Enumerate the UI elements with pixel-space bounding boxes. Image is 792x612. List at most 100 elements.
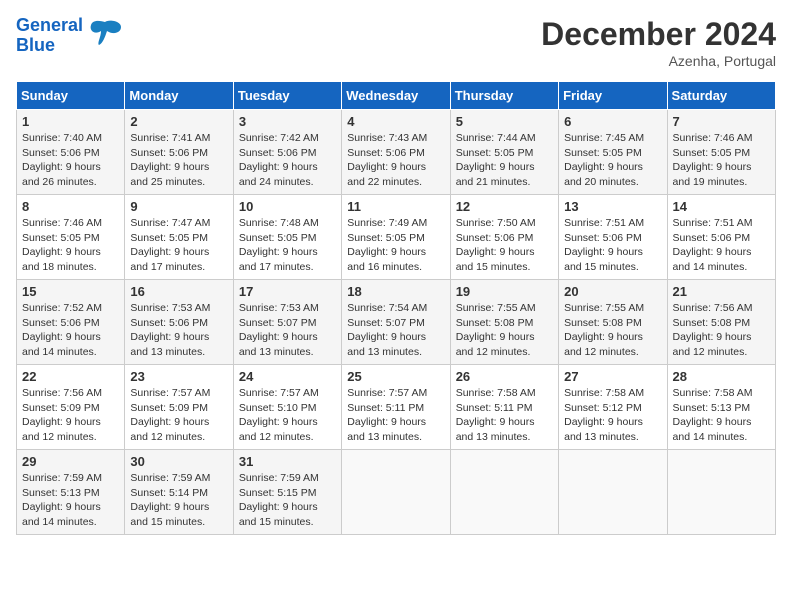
day-info-line: Sunset: 5:07 PM xyxy=(239,316,336,331)
day-info-line: Daylight: 9 hours xyxy=(130,160,227,175)
day-info-line: Daylight: 9 hours xyxy=(22,160,119,175)
day-info-line: Sunrise: 7:59 AM xyxy=(239,471,336,486)
day-info-line: Sunset: 5:11 PM xyxy=(347,401,444,416)
day-info-line: Daylight: 9 hours xyxy=(22,415,119,430)
calendar-day-cell: 4Sunrise: 7:43 AMSunset: 5:06 PMDaylight… xyxy=(342,110,450,195)
calendar-day-cell: 5Sunrise: 7:44 AMSunset: 5:05 PMDaylight… xyxy=(450,110,558,195)
day-number: 18 xyxy=(347,284,444,299)
calendar-day-cell: 25Sunrise: 7:57 AMSunset: 5:11 PMDayligh… xyxy=(342,365,450,450)
day-info-line: Daylight: 9 hours xyxy=(130,330,227,345)
day-info-line: Sunset: 5:08 PM xyxy=(564,316,661,331)
calendar-day-cell: 10Sunrise: 7:48 AMSunset: 5:05 PMDayligh… xyxy=(233,195,341,280)
day-info-line: Daylight: 9 hours xyxy=(347,330,444,345)
weekday-header: Friday xyxy=(559,82,667,110)
day-number: 7 xyxy=(673,114,770,129)
day-info-line: and 13 minutes. xyxy=(564,430,661,445)
day-info-line: Sunrise: 7:59 AM xyxy=(130,471,227,486)
day-info-line: and 12 minutes. xyxy=(239,430,336,445)
day-info-line: Sunset: 5:09 PM xyxy=(22,401,119,416)
calendar-day-cell: 1Sunrise: 7:40 AMSunset: 5:06 PMDaylight… xyxy=(17,110,125,195)
day-number: 16 xyxy=(130,284,227,299)
day-info-line: Sunrise: 7:51 AM xyxy=(673,216,770,231)
logo-text: GeneralBlue xyxy=(16,16,83,56)
day-info-line: Daylight: 9 hours xyxy=(673,415,770,430)
day-info-line: Daylight: 9 hours xyxy=(130,415,227,430)
day-info-line: and 14 minutes. xyxy=(22,345,119,360)
day-info-line: and 26 minutes. xyxy=(22,175,119,190)
weekday-header: Monday xyxy=(125,82,233,110)
day-info-line: Sunset: 5:06 PM xyxy=(564,231,661,246)
day-info-line: and 12 minutes. xyxy=(456,345,553,360)
calendar-day-cell: 31Sunrise: 7:59 AMSunset: 5:15 PMDayligh… xyxy=(233,450,341,535)
day-info-line: Sunrise: 7:57 AM xyxy=(347,386,444,401)
day-info-line: Sunrise: 7:41 AM xyxy=(130,131,227,146)
day-info-line: Sunset: 5:08 PM xyxy=(673,316,770,331)
day-number: 12 xyxy=(456,199,553,214)
day-info-line: Daylight: 9 hours xyxy=(239,245,336,260)
day-info-line: Sunset: 5:06 PM xyxy=(347,146,444,161)
calendar-body: 1Sunrise: 7:40 AMSunset: 5:06 PMDaylight… xyxy=(17,110,776,535)
day-info-line: and 17 minutes. xyxy=(239,260,336,275)
day-info-line: and 21 minutes. xyxy=(456,175,553,190)
day-info-line: Daylight: 9 hours xyxy=(22,500,119,515)
calendar-day-cell xyxy=(667,450,775,535)
weekday-header: Thursday xyxy=(450,82,558,110)
day-info-line: Daylight: 9 hours xyxy=(564,330,661,345)
calendar-day-cell: 13Sunrise: 7:51 AMSunset: 5:06 PMDayligh… xyxy=(559,195,667,280)
day-info-line: Daylight: 9 hours xyxy=(456,160,553,175)
calendar-day-cell: 24Sunrise: 7:57 AMSunset: 5:10 PMDayligh… xyxy=(233,365,341,450)
day-info-line: Sunrise: 7:44 AM xyxy=(456,131,553,146)
day-info-line: and 19 minutes. xyxy=(673,175,770,190)
day-info-line: Daylight: 9 hours xyxy=(564,245,661,260)
day-number: 19 xyxy=(456,284,553,299)
day-number: 5 xyxy=(456,114,553,129)
calendar-day-cell: 20Sunrise: 7:55 AMSunset: 5:08 PMDayligh… xyxy=(559,280,667,365)
day-info-line: Daylight: 9 hours xyxy=(347,415,444,430)
day-info-line: Daylight: 9 hours xyxy=(564,415,661,430)
day-number: 24 xyxy=(239,369,336,384)
day-info-line: and 14 minutes. xyxy=(22,515,119,530)
day-info-line: and 13 minutes. xyxy=(130,345,227,360)
calendar-day-cell: 30Sunrise: 7:59 AMSunset: 5:14 PMDayligh… xyxy=(125,450,233,535)
calendar-week-row: 15Sunrise: 7:52 AMSunset: 5:06 PMDayligh… xyxy=(17,280,776,365)
day-info-line: Daylight: 9 hours xyxy=(673,160,770,175)
day-info-line: Sunset: 5:06 PM xyxy=(673,231,770,246)
month-title: December 2024 xyxy=(541,16,776,53)
day-number: 27 xyxy=(564,369,661,384)
day-info-line: and 12 minutes. xyxy=(564,345,661,360)
day-info-line: Sunset: 5:05 PM xyxy=(22,231,119,246)
day-number: 28 xyxy=(673,369,770,384)
calendar-day-cell: 28Sunrise: 7:58 AMSunset: 5:13 PMDayligh… xyxy=(667,365,775,450)
day-info-line: Sunrise: 7:51 AM xyxy=(564,216,661,231)
day-number: 26 xyxy=(456,369,553,384)
day-number: 14 xyxy=(673,199,770,214)
day-number: 15 xyxy=(22,284,119,299)
day-info-line: Daylight: 9 hours xyxy=(130,245,227,260)
day-info-line: Sunset: 5:05 PM xyxy=(347,231,444,246)
calendar-day-cell: 18Sunrise: 7:54 AMSunset: 5:07 PMDayligh… xyxy=(342,280,450,365)
day-number: 4 xyxy=(347,114,444,129)
day-info-line: and 20 minutes. xyxy=(564,175,661,190)
day-info-line: Sunrise: 7:58 AM xyxy=(456,386,553,401)
day-info-line: Sunset: 5:08 PM xyxy=(456,316,553,331)
day-info-line: Sunset: 5:05 PM xyxy=(239,231,336,246)
day-info-line: Daylight: 9 hours xyxy=(130,500,227,515)
day-info-line: and 22 minutes. xyxy=(347,175,444,190)
day-info-line: Sunrise: 7:46 AM xyxy=(22,216,119,231)
weekday-header: Saturday xyxy=(667,82,775,110)
calendar-table: SundayMondayTuesdayWednesdayThursdayFrid… xyxy=(16,81,776,535)
day-info-line: Daylight: 9 hours xyxy=(456,245,553,260)
day-info-line: Daylight: 9 hours xyxy=(347,160,444,175)
calendar-day-cell: 12Sunrise: 7:50 AMSunset: 5:06 PMDayligh… xyxy=(450,195,558,280)
calendar-day-cell: 29Sunrise: 7:59 AMSunset: 5:13 PMDayligh… xyxy=(17,450,125,535)
day-info-line: Sunrise: 7:53 AM xyxy=(239,301,336,316)
day-info-line: Sunset: 5:11 PM xyxy=(456,401,553,416)
day-info-line: and 17 minutes. xyxy=(130,260,227,275)
calendar-day-cell xyxy=(450,450,558,535)
day-info-line: and 15 minutes. xyxy=(456,260,553,275)
day-number: 2 xyxy=(130,114,227,129)
calendar-day-cell: 7Sunrise: 7:46 AMSunset: 5:05 PMDaylight… xyxy=(667,110,775,195)
day-info-line: Sunrise: 7:57 AM xyxy=(130,386,227,401)
day-info-line: Sunset: 5:05 PM xyxy=(564,146,661,161)
day-info-line: and 24 minutes. xyxy=(239,175,336,190)
